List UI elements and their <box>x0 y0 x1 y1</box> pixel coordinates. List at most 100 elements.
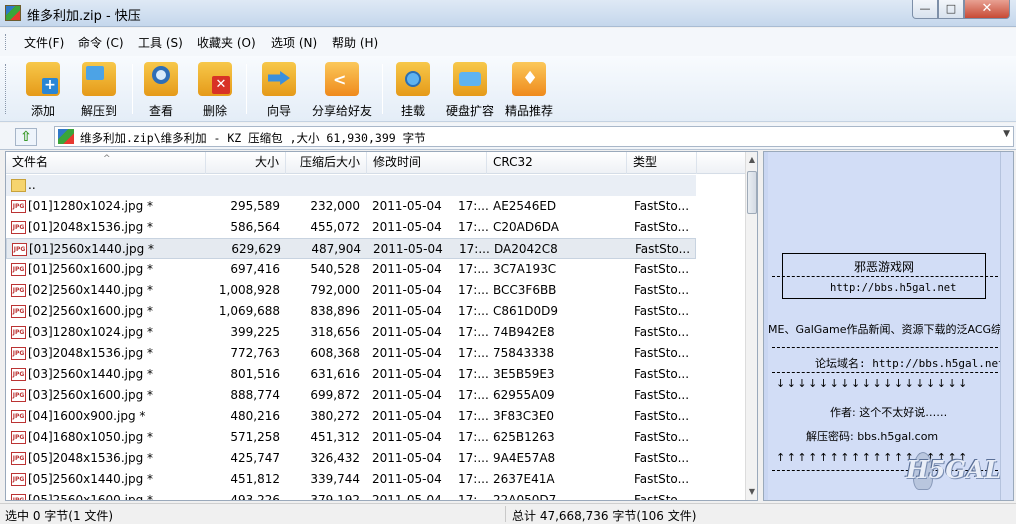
file-name: [01]2560x1600.jpg * <box>28 262 154 276</box>
menu-command[interactable]: 命令 (C) <box>78 34 124 51</box>
magnifier-icon <box>144 62 178 96</box>
scroll-down-icon[interactable]: ▼ <box>746 484 757 500</box>
status-divider <box>505 506 506 522</box>
table-row[interactable]: JPG [04]1680x1050.jpg * 571,258 451,312 2011… <box>6 427 696 448</box>
file-crc: 75843338 <box>493 346 555 360</box>
file-packed-size: 792,000 <box>310 283 360 297</box>
chevron-down-icon[interactable]: ▼ <box>1003 129 1010 139</box>
thumbs-up-icon: ♦ <box>512 62 546 96</box>
address-field[interactable]: 维多利加.zip\维多利加 - KZ 压缩包 ,大小 61,930,399 字节… <box>54 126 1014 147</box>
disk-expand-button[interactable]: 硬盘扩容 <box>444 60 496 118</box>
file-size: 629,629 <box>231 242 281 256</box>
parent-folder-row[interactable]: .. <box>6 175 696 196</box>
table-row[interactable]: JPG [03]2560x1440.jpg * 801,516 631,616 2011… <box>6 364 696 385</box>
menu-options[interactable]: 选项 (N) <box>271 34 317 51</box>
toolbar-separator <box>382 64 383 114</box>
file-name: [01]2560x1440.jpg * <box>29 242 155 256</box>
table-row[interactable]: JPG [04]1600x900.jpg * 480,216 380,272 2011-… <box>6 406 696 427</box>
file-modified-time: 17:... <box>458 493 488 501</box>
file-size: 697,416 <box>230 262 280 276</box>
file-size: 493,226 <box>230 493 280 501</box>
file-type: FastSto... <box>634 409 690 423</box>
menu-help[interactable]: 帮助 (H) <box>332 34 378 51</box>
table-row[interactable]: JPG [05]2560x1600.jpg * 493,226 379,192 2011… <box>6 490 696 501</box>
file-crc: 3C7A193C <box>493 262 557 276</box>
file-crc: 62955A09 <box>493 388 555 402</box>
file-type: FastSto... <box>634 346 690 360</box>
column-header-modified[interactable]: 修改时间 <box>367 152 487 174</box>
folder-icon <box>11 179 26 192</box>
column-header-packed[interactable]: 压缩后大小 <box>286 152 367 174</box>
add-button[interactable]: + 添加 <box>20 60 66 118</box>
file-size: 399,225 <box>230 325 280 339</box>
table-row[interactable]: JPG [05]2560x1440.jpg * 451,812 339,744 2011… <box>6 469 696 490</box>
table-row[interactable]: JPG [03]2560x1600.jpg * 888,774 699,872 2011… <box>6 385 696 406</box>
table-row[interactable]: JPG [03]2048x1536.jpg * 772,763 608,368 2011… <box>6 343 696 364</box>
maximize-icon: □ <box>945 2 957 15</box>
file-name: .. <box>28 178 36 192</box>
file-size: 571,258 <box>230 430 280 444</box>
maximize-button[interactable]: □ <box>938 0 964 19</box>
file-name: [03]1280x1024.jpg * <box>28 325 154 339</box>
file-size: 888,774 <box>230 388 280 402</box>
status-total: 总计 47,668,736 字节(106 文件) <box>512 509 697 523</box>
menu-tools[interactable]: 工具 (S) <box>138 34 183 51</box>
up-folder-button[interactable]: ⇧ <box>15 128 37 146</box>
table-row[interactable]: JPG [02]2560x1440.jpg * 1,008,928 792,000 20… <box>6 280 696 301</box>
file-type: FastSto... <box>634 325 690 339</box>
file-type: FastSto... <box>634 367 690 381</box>
file-type: FastSto... <box>634 430 690 444</box>
jpg-file-icon: JPG <box>11 200 26 213</box>
file-list: 文件名 ^ 大小 压缩后大小 修改时间 CRC32 类型 .. JPG [01]128… <box>5 151 758 501</box>
scroll-up-icon[interactable]: ▲ <box>746 152 757 168</box>
column-header-size[interactable]: 大小 <box>206 152 286 174</box>
vertical-scrollbar[interactable]: ▲ ▼ <box>745 152 757 500</box>
file-name: [05]2048x1536.jpg * <box>28 451 154 465</box>
mount-button[interactable]: 挂载 <box>392 60 434 118</box>
file-size: 772,763 <box>230 346 280 360</box>
file-type: FastSto... <box>634 388 690 402</box>
file-crc: 3E5B59E3 <box>493 367 555 381</box>
scroll-thumb[interactable] <box>747 171 757 214</box>
table-row[interactable]: JPG [02]2560x1600.jpg * 1,069,688 838,896 20… <box>6 301 696 322</box>
file-packed-size: 451,312 <box>310 430 360 444</box>
site-name: 邪恶游戏网 <box>854 260 915 274</box>
table-row[interactable]: JPG [05]2048x1536.jpg * 425,747 326,432 2011… <box>6 448 696 469</box>
view-button[interactable]: 查看 <box>140 60 182 118</box>
file-type: FastSto... <box>635 242 691 256</box>
file-crc: 74B942E8 <box>493 325 555 339</box>
address-path: 维多利加.zip\维多利加 - KZ 压缩包 ,大小 61,930,399 字节 <box>80 131 426 145</box>
column-header-type[interactable]: 类型 <box>627 152 697 174</box>
down-arrows: ↓↓↓↓↓↓↓↓↓↓↓↓↓↓↓↓↓↓ <box>776 377 969 390</box>
file-size: 480,216 <box>230 409 280 423</box>
table-row[interactable]: JPG [01]1280x1024.jpg * 295,589 232,000 2011… <box>6 196 696 217</box>
minimize-button[interactable]: — <box>912 0 938 19</box>
jpg-file-icon: JPG <box>11 389 26 402</box>
table-row[interactable]: JPG [03]1280x1024.jpg * 399,225 318,656 2011… <box>6 322 696 343</box>
minimize-icon: — <box>919 2 931 15</box>
file-name: [02]2560x1440.jpg * <box>28 283 154 297</box>
close-button[interactable]: ✕ <box>964 0 1010 19</box>
table-row[interactable]: JPG [01]2560x1600.jpg * 697,416 540,528 2011… <box>6 259 696 280</box>
password-line: 解压密码: bbs.h5gal.com <box>806 430 939 443</box>
add-icon: + <box>26 62 60 96</box>
column-header-crc[interactable]: CRC32 <box>487 152 627 174</box>
recommend-button[interactable]: ♦ 精品推荐 <box>502 60 556 118</box>
column-header-name[interactable]: 文件名 ^ <box>6 152 206 174</box>
menu-file[interactable]: 文件(F) <box>24 34 64 51</box>
mount-icon <box>396 62 430 96</box>
delete-button[interactable]: ✕ 删除 <box>194 60 236 118</box>
toolbar: + 添加 解压到 查看 ✕ 删除 向导 < 分享给好友 挂载 硬盘扩容 ♦ 精品… <box>0 56 1016 122</box>
close-icon: ✕ <box>981 1 993 16</box>
info-panel-scrollbar[interactable] <box>1000 152 1013 500</box>
wizard-label: 向导 <box>266 104 291 118</box>
file-name: [03]2560x1440.jpg * <box>28 367 154 381</box>
menu-favorites[interactable]: 收藏夹 (O) <box>197 34 256 51</box>
table-row[interactable]: JPG [01]2560x1440.jpg * 629,629 487,904 2011… <box>6 238 696 259</box>
file-packed-size: 326,432 <box>310 451 360 465</box>
share-icon: < <box>325 62 359 96</box>
share-button[interactable]: < 分享给好友 <box>310 60 374 118</box>
wizard-button[interactable]: 向导 <box>257 60 301 118</box>
extract-button[interactable]: 解压到 <box>74 60 124 118</box>
table-row[interactable]: JPG [01]2048x1536.jpg * 586,564 455,072 2011… <box>6 217 696 238</box>
